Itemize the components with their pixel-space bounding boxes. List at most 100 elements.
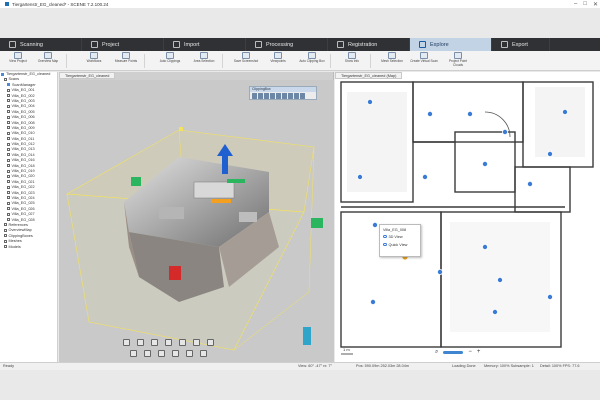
close-icon[interactable]: ✕	[593, 1, 598, 8]
workflow-icon	[90, 52, 98, 59]
checkbox[interactable]	[7, 131, 10, 135]
checkbox[interactable]	[7, 153, 10, 157]
clip-icon[interactable]	[172, 350, 179, 357]
tree-label: Villa_EG_022	[11, 185, 35, 190]
tree-label: Villa_EG_018	[11, 163, 35, 168]
tree-footer-item[interactable]: Models	[0, 245, 57, 250]
checkbox[interactable]	[7, 142, 10, 146]
tab-explore[interactable]: Explore	[410, 38, 492, 51]
clip-tool-icon[interactable]	[264, 93, 269, 99]
tab-processing[interactable]: Processing	[246, 38, 328, 51]
tree-label: Villa_EG_010	[11, 131, 35, 136]
tree-label: Models	[8, 244, 21, 249]
auto-clippings-button[interactable]: Auto Clippings	[156, 52, 184, 70]
tab-export[interactable]: Export	[492, 38, 550, 51]
checkbox[interactable]	[7, 180, 10, 184]
tree-label: Scans	[8, 77, 20, 82]
clip-tool-icon[interactable]	[258, 93, 263, 99]
checkbox[interactable]	[7, 126, 10, 130]
workflows-button[interactable]: Workflows	[80, 52, 108, 70]
rotate-icon[interactable]	[151, 339, 158, 346]
mesh-selection-button[interactable]: Mesh Selection	[378, 52, 406, 70]
status-ready: Ready	[3, 364, 14, 368]
3d-view-toolbar	[121, 337, 221, 359]
checkbox[interactable]	[4, 245, 7, 248]
clip-tool-icon[interactable]	[300, 93, 305, 99]
checkbox[interactable]	[7, 212, 10, 216]
tree-label: Villa_EG_012	[11, 142, 35, 147]
clip-tool-icon[interactable]	[294, 93, 299, 99]
checkbox[interactable]	[4, 228, 7, 232]
checkbox[interactable]	[7, 191, 10, 195]
roof-structure	[239, 212, 257, 222]
checkbox[interactable]	[7, 104, 10, 108]
checkbox[interactable]	[7, 137, 10, 141]
checkbox[interactable]	[4, 223, 7, 227]
checkbox[interactable]	[7, 115, 10, 119]
popup-3d-view-option[interactable]: 3D View	[383, 233, 417, 240]
grid-icon[interactable]	[186, 350, 193, 357]
checkbox[interactable]	[7, 201, 10, 205]
checkbox[interactable]	[7, 164, 10, 168]
view-cube-icon[interactable]	[165, 339, 172, 346]
save-screenshot-button[interactable]: Save Screenshot	[232, 52, 260, 70]
tab-registration[interactable]: Registration	[328, 38, 410, 51]
auto-clipping-box-button[interactable]: Auto Clipping Box	[298, 52, 326, 70]
select-icon[interactable]	[179, 339, 186, 346]
magnifier-icon[interactable]: ⌕	[435, 349, 438, 356]
clipping-box-panel: ClippingBox	[249, 86, 317, 100]
show-info-button[interactable]: Show Info	[338, 52, 366, 70]
zoom-out-button[interactable]: −	[468, 349, 472, 355]
checkbox[interactable]	[7, 174, 10, 178]
clip-tool-icon[interactable]	[276, 93, 281, 99]
checkbox[interactable]	[7, 94, 10, 98]
checkbox[interactable]	[7, 99, 10, 103]
create-virtual-scan-button[interactable]: Create Virtual Scan	[410, 52, 438, 70]
floor-plan-render[interactable]: 1 m	[335, 72, 600, 362]
overview-map-button[interactable]: Overview Map	[34, 52, 62, 70]
measure-points-button[interactable]: Measure Points	[112, 52, 140, 70]
zoom-icon[interactable]	[123, 339, 130, 346]
checkbox[interactable]	[7, 169, 10, 173]
tab-scanning[interactable]: Scanning	[0, 38, 82, 51]
checkbox[interactable]	[7, 147, 10, 151]
checkbox[interactable]	[7, 121, 10, 125]
view-project-button[interactable]: View Project	[4, 52, 32, 70]
clip-tool-icon[interactable]	[288, 93, 293, 99]
checkbox[interactable]	[7, 110, 10, 114]
clip-tool-icon[interactable]	[282, 93, 287, 99]
info-icon[interactable]	[144, 350, 151, 357]
project-point-clouds-button[interactable]: Project Point Clouds	[444, 52, 472, 70]
checkbox[interactable]	[4, 77, 7, 81]
checkbox[interactable]	[7, 207, 10, 211]
maximize-icon[interactable]: □	[583, 1, 587, 7]
area-selection-button[interactable]: Area Selection	[190, 52, 218, 70]
pan-icon[interactable]	[137, 339, 144, 346]
measure-icon[interactable]	[193, 339, 200, 346]
point-cloud-render[interactable]	[59, 72, 334, 362]
3d-view[interactable]: Tiergartenstr_EG_cleaned ClippingBox	[59, 72, 334, 362]
zoom-in-button[interactable]: +	[477, 349, 481, 355]
clip-tool-icon[interactable]	[252, 93, 257, 99]
checkbox[interactable]	[4, 239, 7, 243]
checkbox[interactable]	[7, 158, 10, 162]
checkbox[interactable]	[7, 218, 10, 222]
settings-icon[interactable]	[207, 339, 214, 346]
more-icon[interactable]	[200, 350, 207, 357]
checkbox[interactable]	[7, 88, 10, 92]
checkbox[interactable]	[7, 196, 10, 200]
clip-tool-icon[interactable]	[270, 93, 275, 99]
brush-icon[interactable]	[130, 350, 137, 357]
tab-project[interactable]: Project	[82, 38, 164, 51]
minimize-icon[interactable]: –	[574, 1, 577, 7]
checkbox[interactable]	[7, 185, 10, 189]
zoom-slider[interactable]	[443, 350, 464, 354]
layers-icon[interactable]	[158, 350, 165, 357]
tab-import[interactable]: Import	[164, 38, 246, 51]
checkbox[interactable]	[4, 234, 7, 238]
processing-icon	[255, 41, 262, 48]
popup-quick-view-option[interactable]: Quick View	[383, 241, 417, 248]
2d-map-view[interactable]: Tiergartenstr_EG_cleaned (Map) 1 m Villa…	[335, 72, 600, 362]
tree-scan-list: Villa_EG_001 Villa_EG_002 Villa_EG_003 Vill…	[0, 88, 57, 223]
viewpoints-button[interactable]: Viewpoints	[264, 52, 292, 70]
